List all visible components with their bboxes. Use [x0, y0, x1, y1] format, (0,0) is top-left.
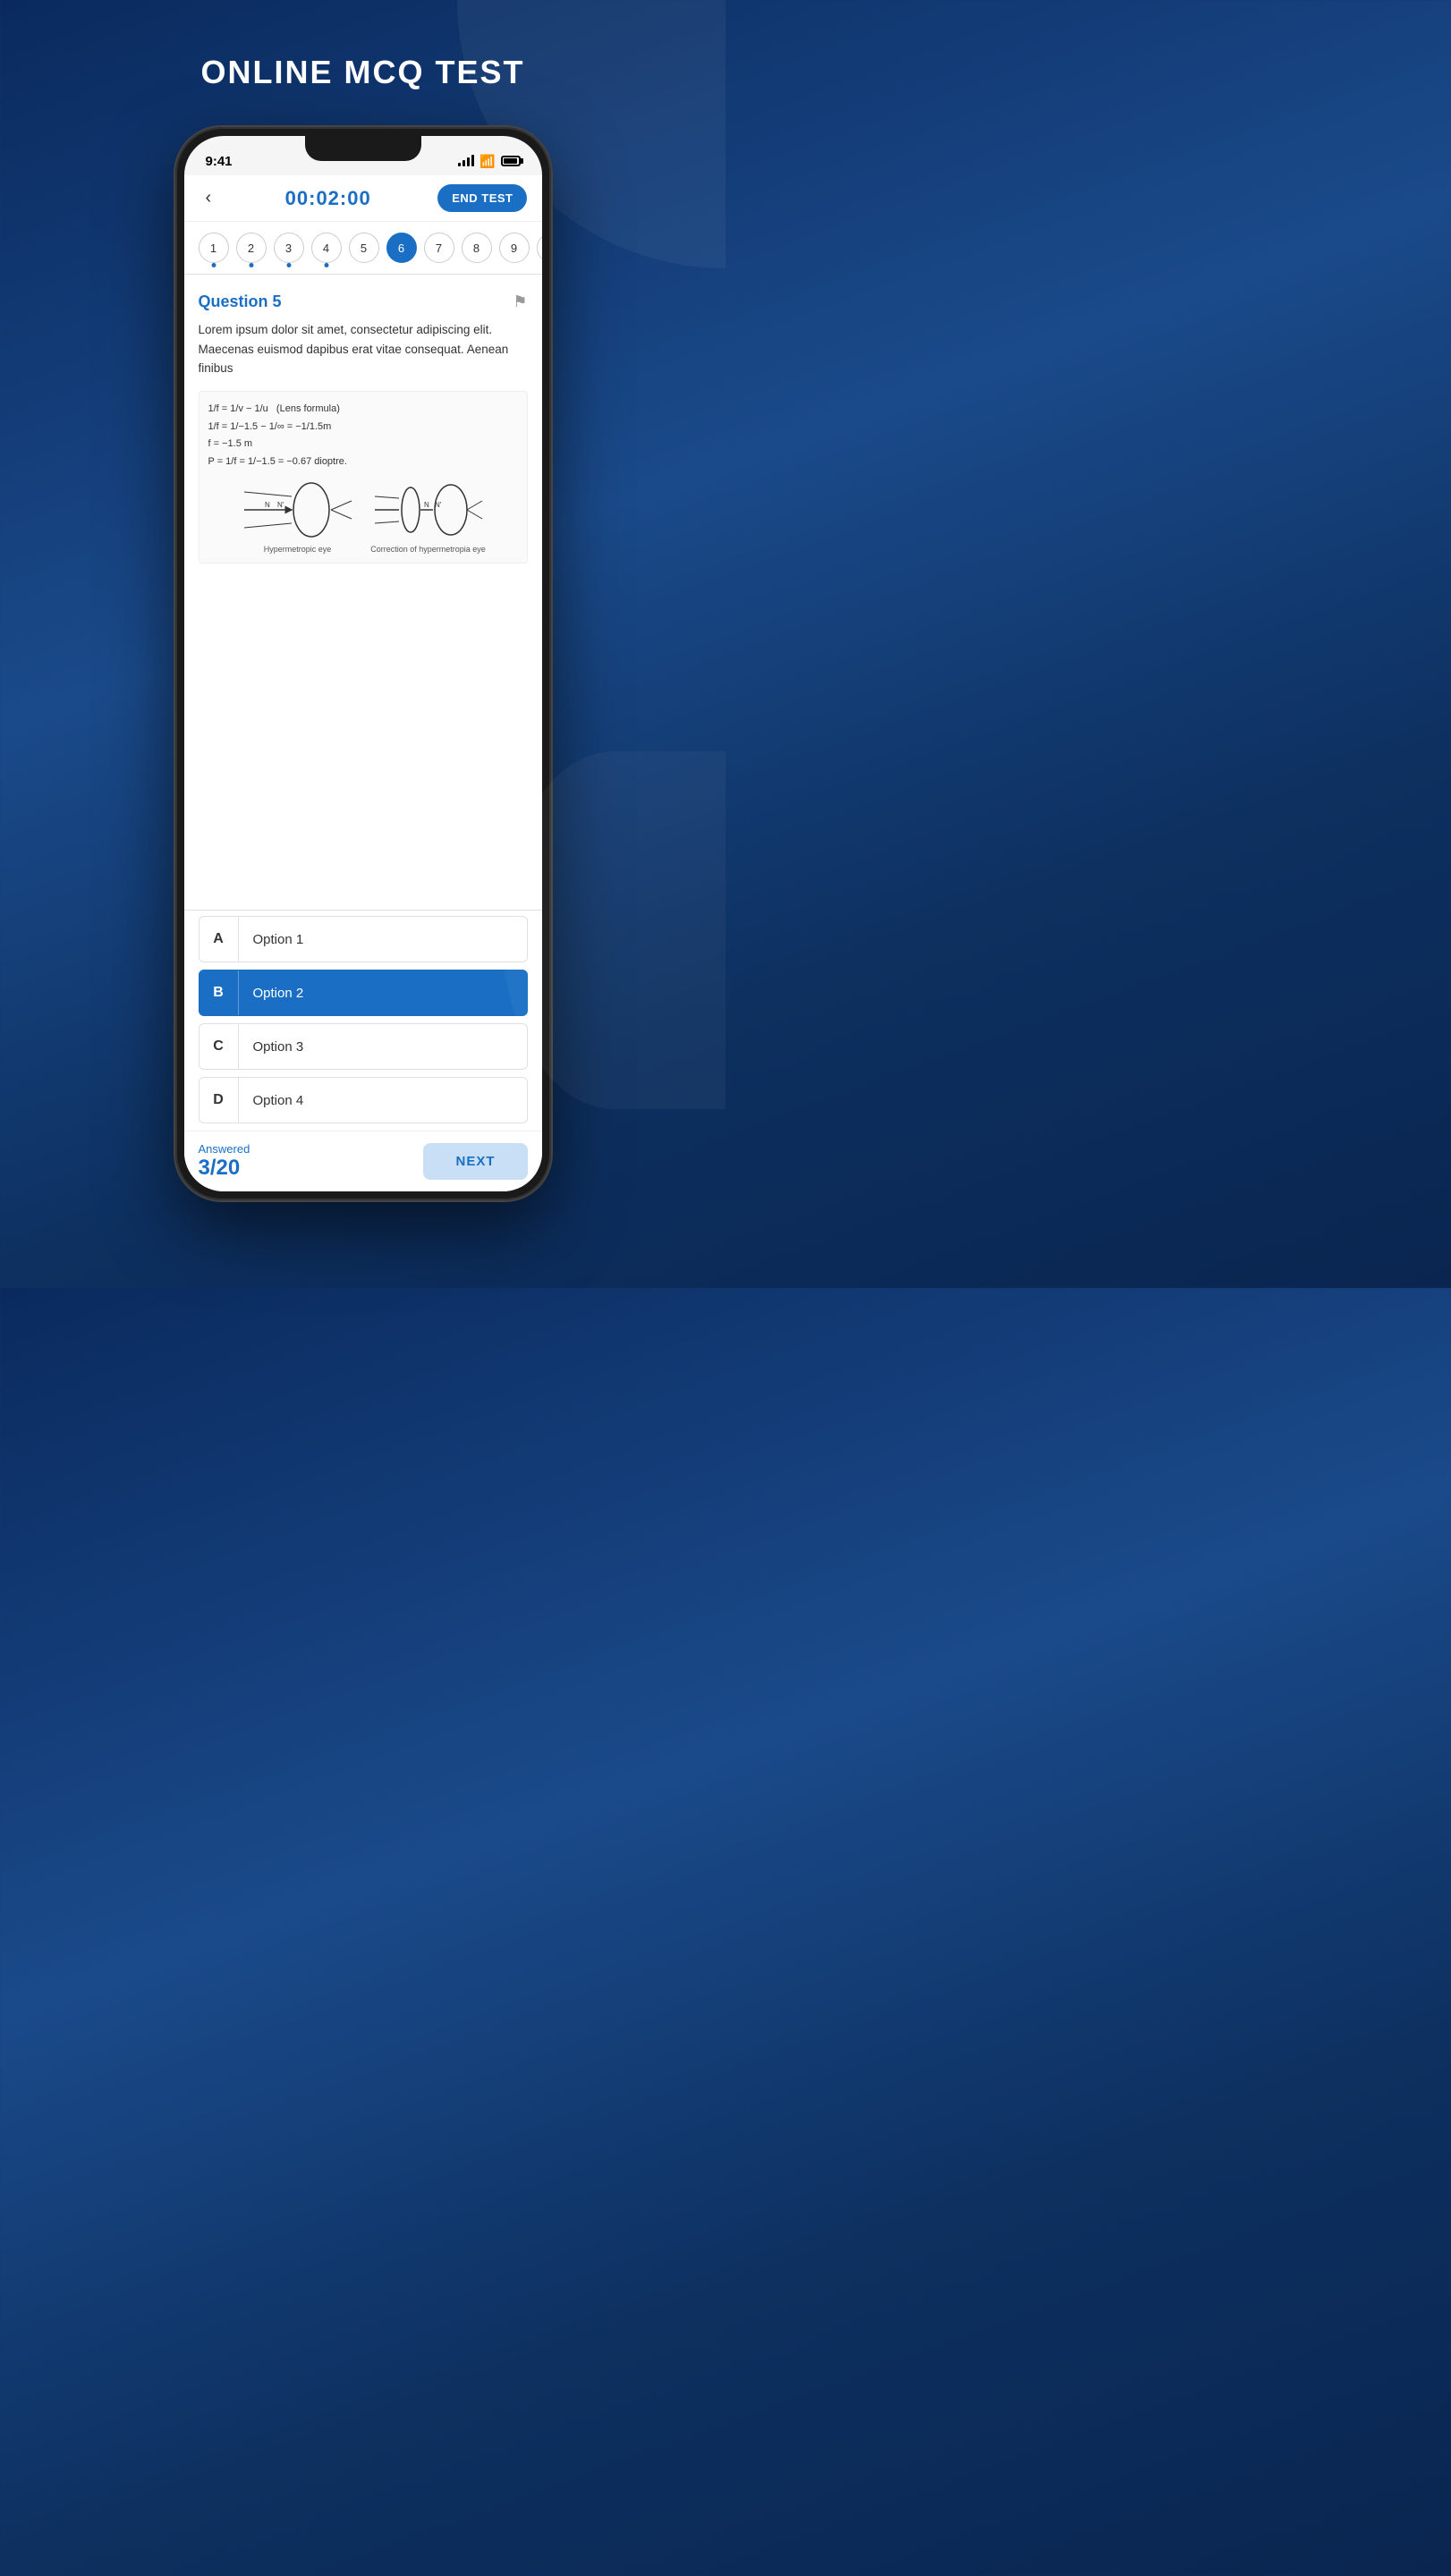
hypermetropic-eye-svg: N N': [240, 479, 356, 541]
phone-outer-frame: 9:41 📶 ‹: [175, 127, 551, 1200]
question-header: Question 5 ⚑: [199, 292, 528, 311]
battery-icon: [501, 156, 521, 166]
option-d-letter: D: [199, 1078, 239, 1123]
option-a-text: Option 1: [239, 932, 318, 947]
header: ‹ 00:02:00 END TEST: [184, 175, 542, 222]
q-num-10[interactable]: 10: [537, 233, 542, 263]
end-test-button[interactable]: END TEST: [437, 184, 527, 212]
option-c-text: Option 3: [239, 1039, 318, 1055]
option-a-letter: A: [199, 917, 239, 962]
svg-text:N': N': [435, 501, 442, 509]
back-button[interactable]: ‹: [199, 184, 219, 212]
q-num-8[interactable]: 8: [462, 233, 492, 263]
screen-content: ‹ 00:02:00 END TEST 1 2 3 4 5 6 7 8 9 10: [184, 175, 542, 1191]
hypermetropic-eye-figure: N N' Hypermetropic eye: [240, 479, 356, 554]
page-title: ONLINE MCQ TEST: [201, 54, 525, 91]
option-c-row[interactable]: C Option 3: [199, 1023, 528, 1070]
next-button[interactable]: NEXT: [423, 1143, 527, 1180]
phone-mockup: 9:41 📶 ‹: [175, 127, 551, 1200]
option-b-row[interactable]: B Option 2: [199, 970, 528, 1016]
signal-icon: [458, 156, 474, 166]
option-d-text: Option 4: [239, 1093, 318, 1108]
q-num-5[interactable]: 5: [349, 233, 379, 263]
question-text: Lorem ipsum dolor sit amet, consectetur …: [199, 320, 528, 378]
formula-text: 1/f = 1/v − 1/u (Lens formula) 1/f = 1/−…: [208, 401, 518, 471]
svg-text:N: N: [265, 501, 270, 509]
option-b-letter: B: [199, 970, 239, 1015]
q-num-1[interactable]: 1: [199, 233, 229, 263]
svg-text:N: N: [424, 501, 429, 509]
option-d-row[interactable]: D Option 4: [199, 1077, 528, 1123]
timer-display: 00:02:00: [285, 187, 371, 210]
wifi-icon: 📶: [479, 154, 495, 169]
phone-notch: [305, 136, 421, 161]
option-b-text: Option 2: [239, 986, 318, 1001]
hypermetropic-label: Hypermetropic eye: [264, 545, 332, 554]
answered-label: Answered: [199, 1142, 250, 1156]
eye-diagrams: N N' Hypermetropic eye: [208, 479, 518, 554]
q-num-7[interactable]: 7: [424, 233, 454, 263]
question-number-row: 1 2 3 4 5 6 7 8 9 10: [184, 222, 542, 268]
question-title: Question 5: [199, 292, 282, 311]
option-c-letter: C: [199, 1024, 239, 1069]
svg-text:N': N': [277, 501, 284, 509]
q-num-3[interactable]: 3: [274, 233, 304, 263]
status-time: 9:41: [206, 154, 233, 169]
correction-label: Correction of hypermetropia eye: [370, 545, 486, 554]
diagram-area: 1/f = 1/v − 1/u (Lens formula) 1/f = 1/−…: [199, 391, 528, 564]
answered-section: Answered 3/20: [199, 1142, 250, 1181]
phone-screen: 9:41 📶 ‹: [184, 136, 542, 1191]
question-area: Question 5 ⚑ Lorem ipsum dolor sit amet,…: [184, 280, 542, 904]
q-num-6[interactable]: 6: [386, 233, 417, 263]
status-icons: 📶: [458, 154, 520, 169]
correction-eye-figure: N N' Correction of hypermetropia eye: [370, 479, 487, 554]
q-num-2[interactable]: 2: [236, 233, 267, 263]
q-num-4[interactable]: 4: [311, 233, 342, 263]
divider-2: [184, 910, 542, 911]
answered-count: 3/20: [199, 1156, 250, 1181]
q-num-9[interactable]: 9: [499, 233, 530, 263]
footer: Answered 3/20 NEXT: [184, 1131, 542, 1191]
option-a-row[interactable]: A Option 1: [199, 916, 528, 962]
divider-1: [184, 274, 542, 275]
flag-icon[interactable]: ⚑: [513, 292, 527, 311]
options-area: A Option 1 B Option 2 C Option 3: [184, 916, 542, 1131]
correction-eye-svg: N N': [370, 479, 487, 541]
